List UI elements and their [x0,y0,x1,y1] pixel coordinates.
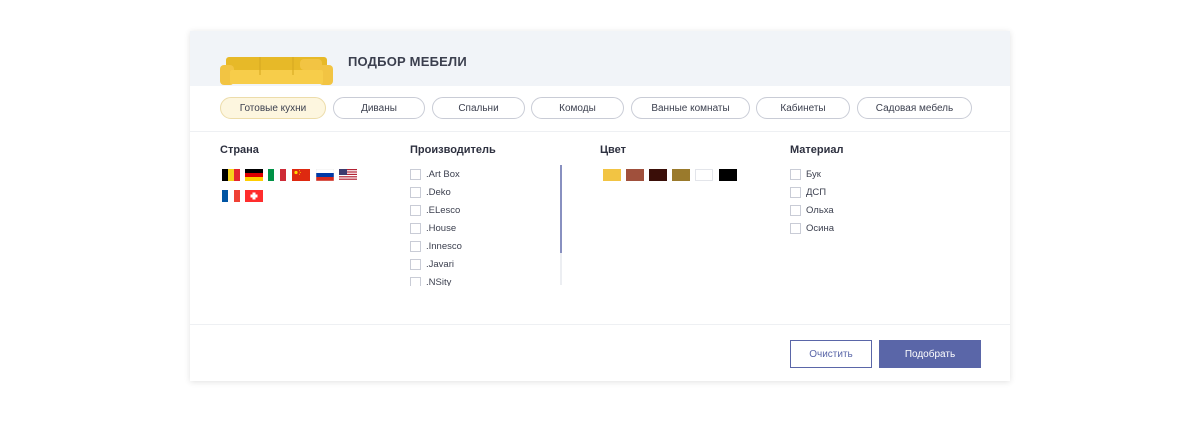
germany-flag[interactable] [245,169,263,181]
scrollbar-thumb[interactable] [560,165,562,253]
sofa-image [220,57,333,85]
checkbox[interactable] [410,168,421,180]
color-swatch-brown[interactable] [626,169,644,181]
divider [190,131,1010,132]
list-item[interactable]: ДСП [790,185,826,199]
tab-sofas[interactable]: Диваны [333,97,425,119]
checkbox[interactable] [790,222,801,234]
divider [190,324,1010,325]
list-item[interactable]: .Javari [410,257,454,271]
checkbox[interactable] [410,204,421,216]
list-item[interactable]: Ольха [790,203,834,217]
color-title: Цвет [600,144,627,156]
color-swatch-yellow[interactable] [603,169,621,181]
belgium-flag[interactable] [222,169,240,181]
tab-garden-furniture[interactable]: Садовая мебель [857,97,972,119]
russia-flag[interactable] [316,169,334,181]
tab-offices[interactable]: Кабинеты [756,97,850,119]
usa-flag[interactable] [339,169,357,181]
tab-ready-kitchens[interactable]: Готовые кухни [220,97,326,119]
material-title: Материал [790,144,844,156]
checkbox[interactable] [410,240,421,252]
checkbox[interactable] [410,186,421,198]
tab-bathrooms[interactable]: Ванные комнаты [631,97,750,119]
furniture-filter-card: ПОДБОР МЕБЕЛИ Готовые кухни Диваны Спаль… [190,31,1010,381]
list-item[interactable]: .Art Box [410,167,460,181]
submit-button[interactable]: Подобрать [879,340,981,368]
checkbox[interactable] [410,276,421,286]
list-item[interactable]: Осина [790,221,834,235]
clear-button[interactable]: Очистить [790,340,872,368]
tab-bedrooms[interactable]: Спальни [432,97,525,119]
checkbox[interactable] [410,222,421,234]
page-title: ПОДБОР МЕБЕЛИ [348,54,467,69]
tab-dressers[interactable]: Комоды [531,97,624,119]
checkbox[interactable] [790,204,801,216]
italy-flag[interactable] [268,169,286,181]
color-swatch-olive[interactable] [672,169,690,181]
color-swatch-black[interactable] [719,169,737,181]
checkbox[interactable] [790,186,801,198]
switzerland-flag[interactable] [245,190,263,202]
country-title: Страна [220,144,259,156]
checkbox[interactable] [790,168,801,180]
list-item[interactable]: .Deko [410,185,451,199]
list-item[interactable]: .ELesco [410,203,460,217]
list-item[interactable]: .NSity [410,275,451,286]
china-flag[interactable] [292,169,310,181]
color-swatch-white[interactable] [695,169,713,181]
list-item[interactable]: .House [410,221,456,235]
list-item[interactable]: .Innesco [410,239,462,253]
maker-list: .Art Box .Deko .ELesco .House .Innesco .… [410,167,562,286]
list-item[interactable]: Бук [790,167,821,181]
france-flag[interactable] [222,190,240,202]
checkbox[interactable] [410,258,421,270]
maker-title: Производитель [410,144,496,156]
color-swatch-dark-brown[interactable] [649,169,667,181]
filter-header: ПОДБОР МЕБЕЛИ [190,31,1010,86]
